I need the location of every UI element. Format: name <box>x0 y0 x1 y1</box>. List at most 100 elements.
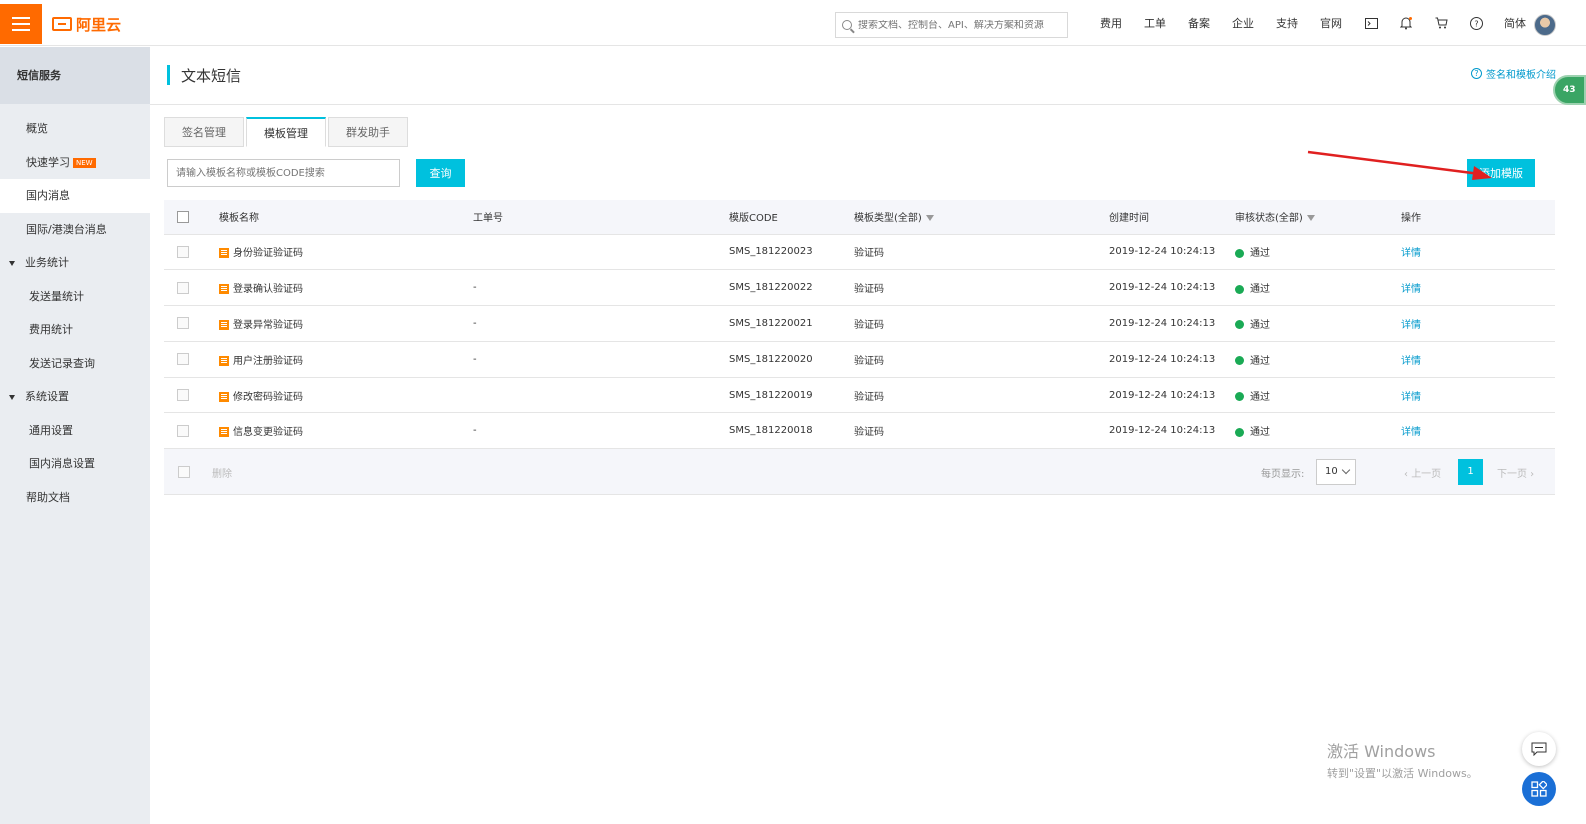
details-link[interactable]: 详情 <box>1401 248 1421 259</box>
status-dot-icon <box>1235 248 1244 258</box>
header-template-type[interactable]: 模板类型(全部) <box>854 200 1109 235</box>
table-row: 登录异常验证码 - SMS_181220021 验证码 2019-12-24 10:24… <box>164 305 1555 342</box>
nav-item-website[interactable]: 官网 <box>1320 15 1342 31</box>
cell-review-status: 通过 <box>1235 269 1401 307</box>
aliyun-logo-icon <box>52 17 72 31</box>
row-checkbox[interactable] <box>177 245 189 258</box>
cell-template-name: 用户注册验证码 <box>219 341 473 378</box>
next-page-button[interactable]: 下一页 › <box>1497 465 1534 480</box>
template-search-input[interactable] <box>167 159 400 187</box>
bell-icon[interactable] <box>1399 16 1413 30</box>
sidebar-item-international[interactable]: 国际/港澳台消息 <box>0 213 150 247</box>
row-checkbox[interactable] <box>177 389 189 402</box>
cell-ticket-no: - <box>473 341 729 378</box>
tab-templates[interactable]: 模板管理 <box>246 117 326 147</box>
sidebar-item-quickstart[interactable]: 快速学习 NEW <box>0 146 150 180</box>
nav-item-ticket[interactable]: 工单 <box>1144 15 1166 31</box>
cell-actions: 详情 <box>1401 341 1555 378</box>
template-name: 修改密码验证码 <box>233 391 303 403</box>
sidebar-item-label: 概览 <box>26 122 48 135</box>
header-ticket-no: 工单号 <box>473 200 729 235</box>
avatar[interactable] <box>1534 14 1556 36</box>
cell-created-time: 2019-12-24 10:24:13 <box>1109 234 1235 271</box>
cell-template-type: 验证码 <box>854 269 1109 307</box>
status-text: 通过 <box>1250 355 1270 367</box>
status-text: 通过 <box>1250 319 1270 331</box>
apps-grid-icon[interactable] <box>1522 772 1556 806</box>
query-button[interactable]: 查询 <box>416 159 465 187</box>
cell-ticket-no: - <box>473 305 729 342</box>
prev-page-button[interactable]: ‹ 上一页 <box>1404 465 1441 480</box>
per-page-label: 每页显示: <box>1261 469 1305 480</box>
logo[interactable]: 阿里云 <box>52 14 121 34</box>
header-review-status[interactable]: 审核状态(全部) <box>1235 200 1401 235</box>
floating-badge[interactable]: 43 <box>1553 75 1586 105</box>
template-icon <box>219 319 229 330</box>
row-checkbox[interactable] <box>177 424 189 437</box>
details-link[interactable]: 详情 <box>1401 392 1421 403</box>
sidebar-item-general-settings[interactable]: 通用设置 <box>0 414 150 448</box>
cell-actions: 详情 <box>1401 377 1555 414</box>
row-checkbox[interactable] <box>177 317 189 330</box>
add-template-button[interactable]: 添加模版 <box>1467 159 1535 187</box>
global-search[interactable] <box>835 12 1068 38</box>
filter-icon[interactable] <box>1306 215 1315 222</box>
sidebar-item-send-records[interactable]: 发送记录查询 <box>0 347 150 381</box>
cell-review-status: 通过 <box>1235 412 1401 450</box>
sidebar-group-statistics[interactable]: 业务统计 <box>0 246 150 280</box>
nav-item-billing[interactable]: 费用 <box>1100 15 1122 31</box>
cell-template-type: 验证码 <box>854 305 1109 342</box>
hamburger-menu-icon[interactable] <box>0 4 42 44</box>
nav-item-support[interactable]: 支持 <box>1276 15 1298 31</box>
sidebar-item-domestic[interactable]: 国内消息 <box>0 179 150 213</box>
row-checkbox[interactable] <box>177 353 189 366</box>
per-page-select[interactable]: 10 <box>1316 459 1356 485</box>
sidebar-item-label: 国际/港澳台消息 <box>26 222 107 236</box>
cell-ticket-no <box>473 234 729 271</box>
current-page-button[interactable]: 1 <box>1458 459 1483 485</box>
delete-button[interactable]: 删除 <box>212 465 232 480</box>
sidebar-group-label: 系统设置 <box>25 390 69 403</box>
nav-item-icp[interactable]: 备案 <box>1188 15 1210 31</box>
details-link[interactable]: 详情 <box>1401 427 1421 438</box>
sidebar-item-help-docs[interactable]: 帮助文档 <box>0 481 150 515</box>
logo-text: 阿里云 <box>76 15 122 34</box>
header-actions: 操作 <box>1401 200 1555 235</box>
cart-icon[interactable] <box>1434 16 1448 30</box>
page-header: 文本短信 ? 签名和模板介绍 <box>150 47 1586 105</box>
table-footer: 删除 每页显示: 10 ‹ 上一页 1 下一页 › <box>164 449 1555 495</box>
language-switch[interactable]: 简体 <box>1504 15 1526 31</box>
chat-icon[interactable] <box>1522 732 1556 766</box>
sidebar-group-settings[interactable]: 系统设置 <box>0 380 150 414</box>
sidebar-item-overview[interactable]: 概览 <box>0 112 150 146</box>
search-input[interactable] <box>858 19 1058 31</box>
sign-template-help-link[interactable]: ? 签名和模板介绍 <box>1471 66 1556 81</box>
top-nav: 费用 工单 备案 企业 支持 官网 ? 简体 <box>1100 0 1548 46</box>
row-checkbox-cell <box>164 234 219 271</box>
help-icon[interactable]: ? <box>1469 16 1483 30</box>
details-link[interactable]: 详情 <box>1401 284 1421 295</box>
footer-select-all-checkbox[interactable] <box>178 466 190 478</box>
details-link[interactable]: 详情 <box>1401 356 1421 367</box>
table-row: 信息变更验证码 - SMS_181220018 验证码 2019-12-24 10:24… <box>164 412 1555 450</box>
row-checkbox[interactable] <box>177 281 189 294</box>
select-all-checkbox[interactable] <box>177 210 189 223</box>
sidebar-item-domestic-settings[interactable]: 国内消息设置 <box>0 447 150 481</box>
terminal-icon[interactable] <box>1364 16 1378 30</box>
details-link[interactable]: 详情 <box>1401 320 1421 331</box>
sidebar-item-send-stats[interactable]: 发送量统计 <box>0 280 150 314</box>
filter-icon[interactable] <box>925 215 934 222</box>
tab-bulk-assistant[interactable]: 群发助手 <box>328 117 408 147</box>
header-review-status-label: 审核状态(全部) <box>1235 213 1303 225</box>
watermark-line2: 转到"设置"以激活 Windows。 <box>1327 767 1478 780</box>
sidebar-item-cost-stats[interactable]: 费用统计 <box>0 313 150 347</box>
sidebar-title: 短信服务 <box>0 47 150 104</box>
tab-signatures[interactable]: 签名管理 <box>164 117 244 147</box>
cell-review-status: 通过 <box>1235 341 1401 378</box>
row-checkbox-cell <box>164 412 219 450</box>
header-template-code: 模版CODE <box>729 200 854 235</box>
prev-page-label: 上一页 <box>1411 469 1442 480</box>
nav-item-enterprise[interactable]: 企业 <box>1232 15 1254 31</box>
status-dot-icon <box>1235 284 1244 294</box>
header-template-name: 模板名称 <box>219 200 473 235</box>
